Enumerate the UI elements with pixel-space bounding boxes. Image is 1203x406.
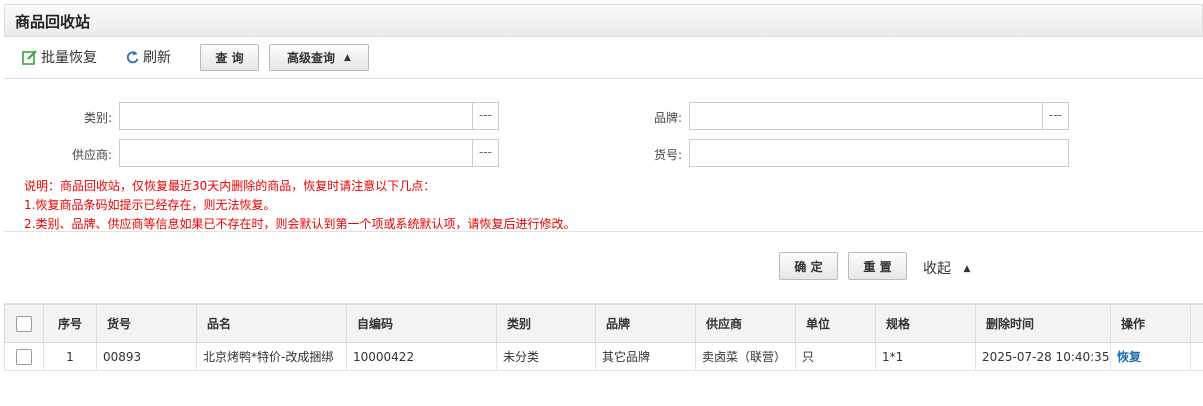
batch-restore-button[interactable]: 批量恢复 [22,47,97,67]
cell-category: 未分类 [496,342,596,371]
column-header[interactable]: 货号 [96,304,197,343]
collapse-toggle[interactable]: 收起 ▲ [923,258,970,278]
edit-icon [22,50,37,65]
column-header[interactable]: 规格 [875,304,976,343]
cell-index: 1 [43,342,97,371]
row-select-cell [4,342,44,371]
reset-button[interactable]: 重 置 [848,252,907,280]
refresh-icon [126,50,139,64]
header-filler [1190,304,1203,343]
brand-picker-button[interactable]: --- [1042,103,1068,129]
column-header[interactable]: 删除时间 [975,304,1111,343]
cell-unit: 只 [795,342,876,371]
column-header[interactable]: 自编码 [346,304,497,343]
page-title-bar: 商品回收站 [4,4,1203,37]
item-no-input[interactable] [689,139,1069,167]
item-no-label: 货号: [653,148,682,162]
confirm-button[interactable]: 确 定 [779,252,838,280]
cell-deleted-at: 2025-07-28 10:40:35 [975,342,1111,371]
batch-restore-label: 批量恢复 [41,50,97,66]
brand-label: 品牌: [653,111,682,125]
collapse-label: 收起 [923,261,951,277]
page-title: 商品回收站 [15,13,91,31]
column-header[interactable]: 类别 [496,304,596,343]
advanced-query-label: 高级查询 [287,51,336,65]
column-header[interactable]: 供应商 [695,304,796,343]
row-checkbox[interactable] [16,348,32,365]
advanced-query-button[interactable]: 高级查询 ▲ [269,44,369,71]
caret-up-icon: ▲ [963,264,971,274]
category-label: 类别: [83,111,112,125]
query-button[interactable]: 查 询 [200,44,259,71]
cell-supplier: 卖卤菜（联营） [695,342,796,371]
note-intro: 说明：商品回收站，仅恢复最近30天内删除的商品，恢复时请注意以下几点： [24,179,436,193]
column-header[interactable]: 品名 [196,304,347,343]
note-item-2: 2.类别、品牌、供应商等信息如果已不存在时，则会默认到第一个项或系统默认项，请恢… [24,217,576,231]
refresh-button[interactable]: 刷新 [125,47,171,67]
divider [4,231,1203,232]
toolbar: 批量恢复 刷新 查 询 高级查询 ▲ [4,37,1203,79]
select-all-checkbox[interactable] [16,315,32,332]
restore-link[interactable]: 恢复 [1117,350,1141,364]
column-header[interactable]: 操作 [1110,304,1191,343]
column-header[interactable]: 序号 [43,304,97,343]
supplier-picker-button[interactable]: --- [472,140,498,166]
row-filler [1190,342,1203,371]
brand-field[interactable]: --- [689,102,1069,130]
cell-brand: 其它品牌 [595,342,696,371]
column-header[interactable]: 品牌 [595,304,696,343]
supplier-field[interactable]: --- [119,139,499,167]
recycle-table: 序号 货号 品名 自编码 类别 品牌 供应商 单位 规格 删除时间 操作 1 0… [4,304,1203,371]
cell-action: 恢复 [1110,342,1191,371]
supplier-label: 供应商: [71,148,112,162]
refresh-label: 刷新 [143,50,171,66]
table-row[interactable]: 1 00893 北京烤鸭*特价-改成捆绑 10000422 未分类 其它品牌 卖… [4,342,1203,371]
caret-up-icon: ▲ [344,52,351,63]
cell-name: 北京烤鸭*特价-改成捆绑 [196,342,347,371]
select-all-header [4,304,44,343]
table-header-row: 序号 货号 品名 自编码 类别 品牌 供应商 单位 规格 删除时间 操作 [4,304,1203,343]
note-item-1: 1.恢复商品条码如提示已经存在，则无法恢复。 [24,198,276,212]
cell-spec: 1*1 [875,342,976,371]
cell-code: 10000422 [346,342,497,371]
category-field[interactable]: --- [119,102,499,130]
category-picker-button[interactable]: --- [472,103,498,129]
cell-item-no: 00893 [96,342,197,371]
column-header[interactable]: 单位 [795,304,876,343]
